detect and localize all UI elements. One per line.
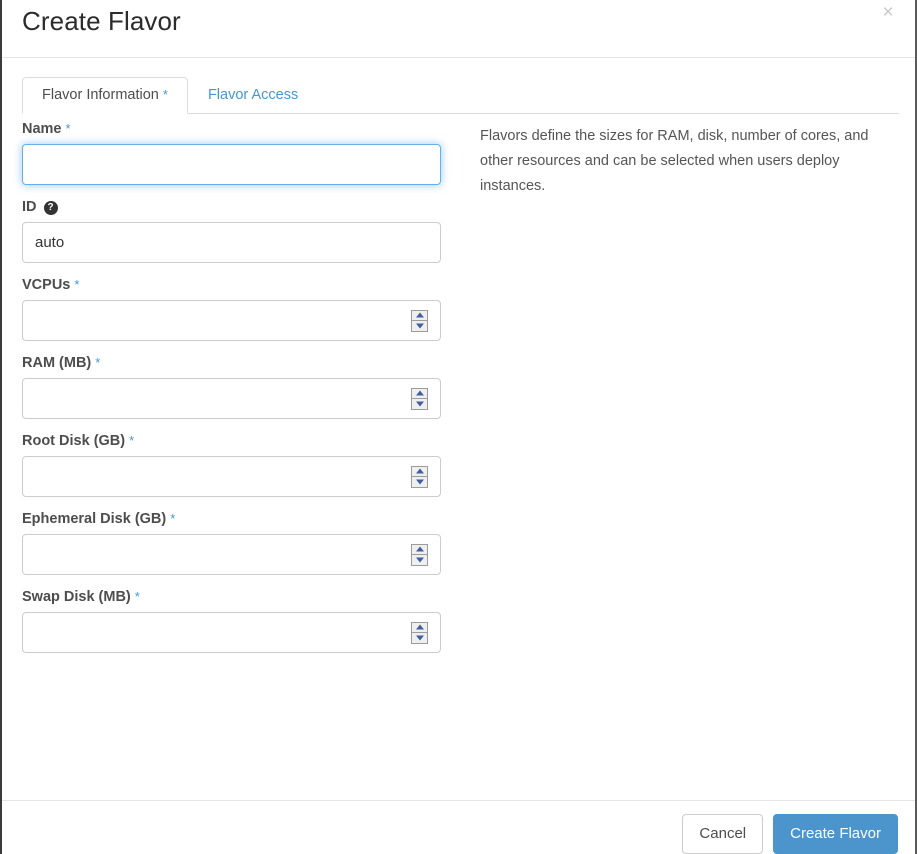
close-icon[interactable]: × [877,2,899,24]
field-ram-label: RAM (MB) * [22,354,442,372]
vcpus-stepper[interactable] [411,309,428,332]
field-ephemeral-disk-required-marker: * [170,511,176,526]
field-vcpus: VCPUs * [22,276,442,341]
caret-up-icon [415,390,424,396]
root-disk-stepper-up[interactable] [412,467,427,477]
ram-stepper-down[interactable] [412,399,427,409]
caret-down-icon [415,635,424,640]
field-id: ID ? [22,198,442,263]
field-swap-disk-required-marker: * [134,589,140,604]
ram-input-wrapper [22,378,441,419]
tab-flavor-information-label: Flavor Information [42,87,159,103]
modal-header: Create Flavor × [2,0,915,58]
vcpus-stepper-down[interactable] [412,321,427,331]
tab-flavor-information-required-marker: * [162,87,168,102]
field-vcpus-label: VCPUs * [22,276,442,294]
ram-stepper[interactable] [411,387,428,410]
id-input[interactable] [22,222,441,263]
help-circle-icon[interactable]: ? [43,201,58,215]
create-flavor-modal: Create Flavor × Flavor Information * Fla… [0,0,917,854]
field-name-label-text: Name [22,121,62,137]
caret-down-icon [415,557,424,562]
page-title: Create Flavor [22,6,181,36]
field-swap-disk-label-text: Swap Disk (MB) [22,589,131,605]
field-name-label: Name * [22,120,442,138]
form-column: Name * ID ? VCPUs * [22,120,442,666]
tab-flavor-access[interactable]: Flavor Access [188,78,318,114]
ephemeral-disk-stepper-up[interactable] [412,545,427,555]
field-name: Name * [22,120,442,185]
root-disk-input[interactable] [22,456,441,497]
root-disk-input-wrapper [22,456,441,497]
caret-up-icon [415,546,424,552]
vcpus-input[interactable] [22,300,441,341]
root-disk-stepper[interactable] [411,465,428,488]
caret-down-icon [415,479,424,484]
ephemeral-disk-input-wrapper [22,534,441,575]
swap-disk-input-wrapper [22,612,441,653]
caret-up-icon [415,624,424,630]
ephemeral-disk-stepper-down[interactable] [412,555,427,565]
caret-down-icon [415,323,424,328]
create-flavor-button[interactable]: Create Flavor [773,814,898,854]
swap-disk-input[interactable] [22,612,441,653]
swap-disk-stepper[interactable] [411,621,428,644]
field-root-disk-required-marker: * [129,433,135,448]
field-root-disk-label: Root Disk (GB) * [22,432,442,450]
field-name-required-marker: * [65,121,71,136]
tab-flavor-information[interactable]: Flavor Information * [22,77,188,114]
field-vcpus-label-text: VCPUs [22,277,71,293]
field-ram-label-text: RAM (MB) [22,355,92,371]
caret-down-icon [415,401,424,406]
field-id-label: ID ? [22,198,442,216]
tab-flavor-access-label: Flavor Access [207,87,299,103]
root-disk-stepper-down[interactable] [412,477,427,487]
field-root-disk: Root Disk (GB) * [22,432,442,497]
help-text: Flavors define the sizes for RAM, disk, … [480,128,869,194]
field-swap-disk-label: Swap Disk (MB) * [22,588,442,606]
field-id-label-text: ID [22,199,37,215]
ephemeral-disk-input[interactable] [22,534,441,575]
vcpus-stepper-up[interactable] [412,311,427,321]
ram-stepper-up[interactable] [412,389,427,399]
tab-list: Flavor Information * Flavor Access [22,77,899,114]
cancel-button[interactable]: Cancel [682,814,764,854]
footer-actions: Cancel Create Flavor [682,814,898,854]
modal-footer: Cancel Create Flavor [2,800,915,854]
caret-up-icon [415,312,424,318]
swap-disk-stepper-down[interactable] [412,633,427,643]
swap-disk-stepper-up[interactable] [412,623,427,633]
field-ephemeral-disk-label-text: Ephemeral Disk (GB) [22,511,167,527]
field-root-disk-label-text: Root Disk (GB) [22,433,126,449]
field-ram: RAM (MB) * [22,354,442,419]
field-swap-disk: Swap Disk (MB) * [22,588,442,653]
caret-up-icon [415,468,424,474]
ram-input[interactable] [22,378,441,419]
ephemeral-disk-stepper[interactable] [411,543,428,566]
name-input[interactable] [22,144,441,185]
field-ram-required-marker: * [95,355,101,370]
field-ephemeral-disk-label: Ephemeral Disk (GB) * [22,510,442,528]
field-ephemeral-disk: Ephemeral Disk (GB) * [22,510,442,575]
field-vcpus-required-marker: * [74,277,80,292]
modal-body: Name * ID ? VCPUs * [2,114,915,754]
tab-bar: Flavor Information * Flavor Access [2,58,915,114]
vcpus-input-wrapper [22,300,441,341]
